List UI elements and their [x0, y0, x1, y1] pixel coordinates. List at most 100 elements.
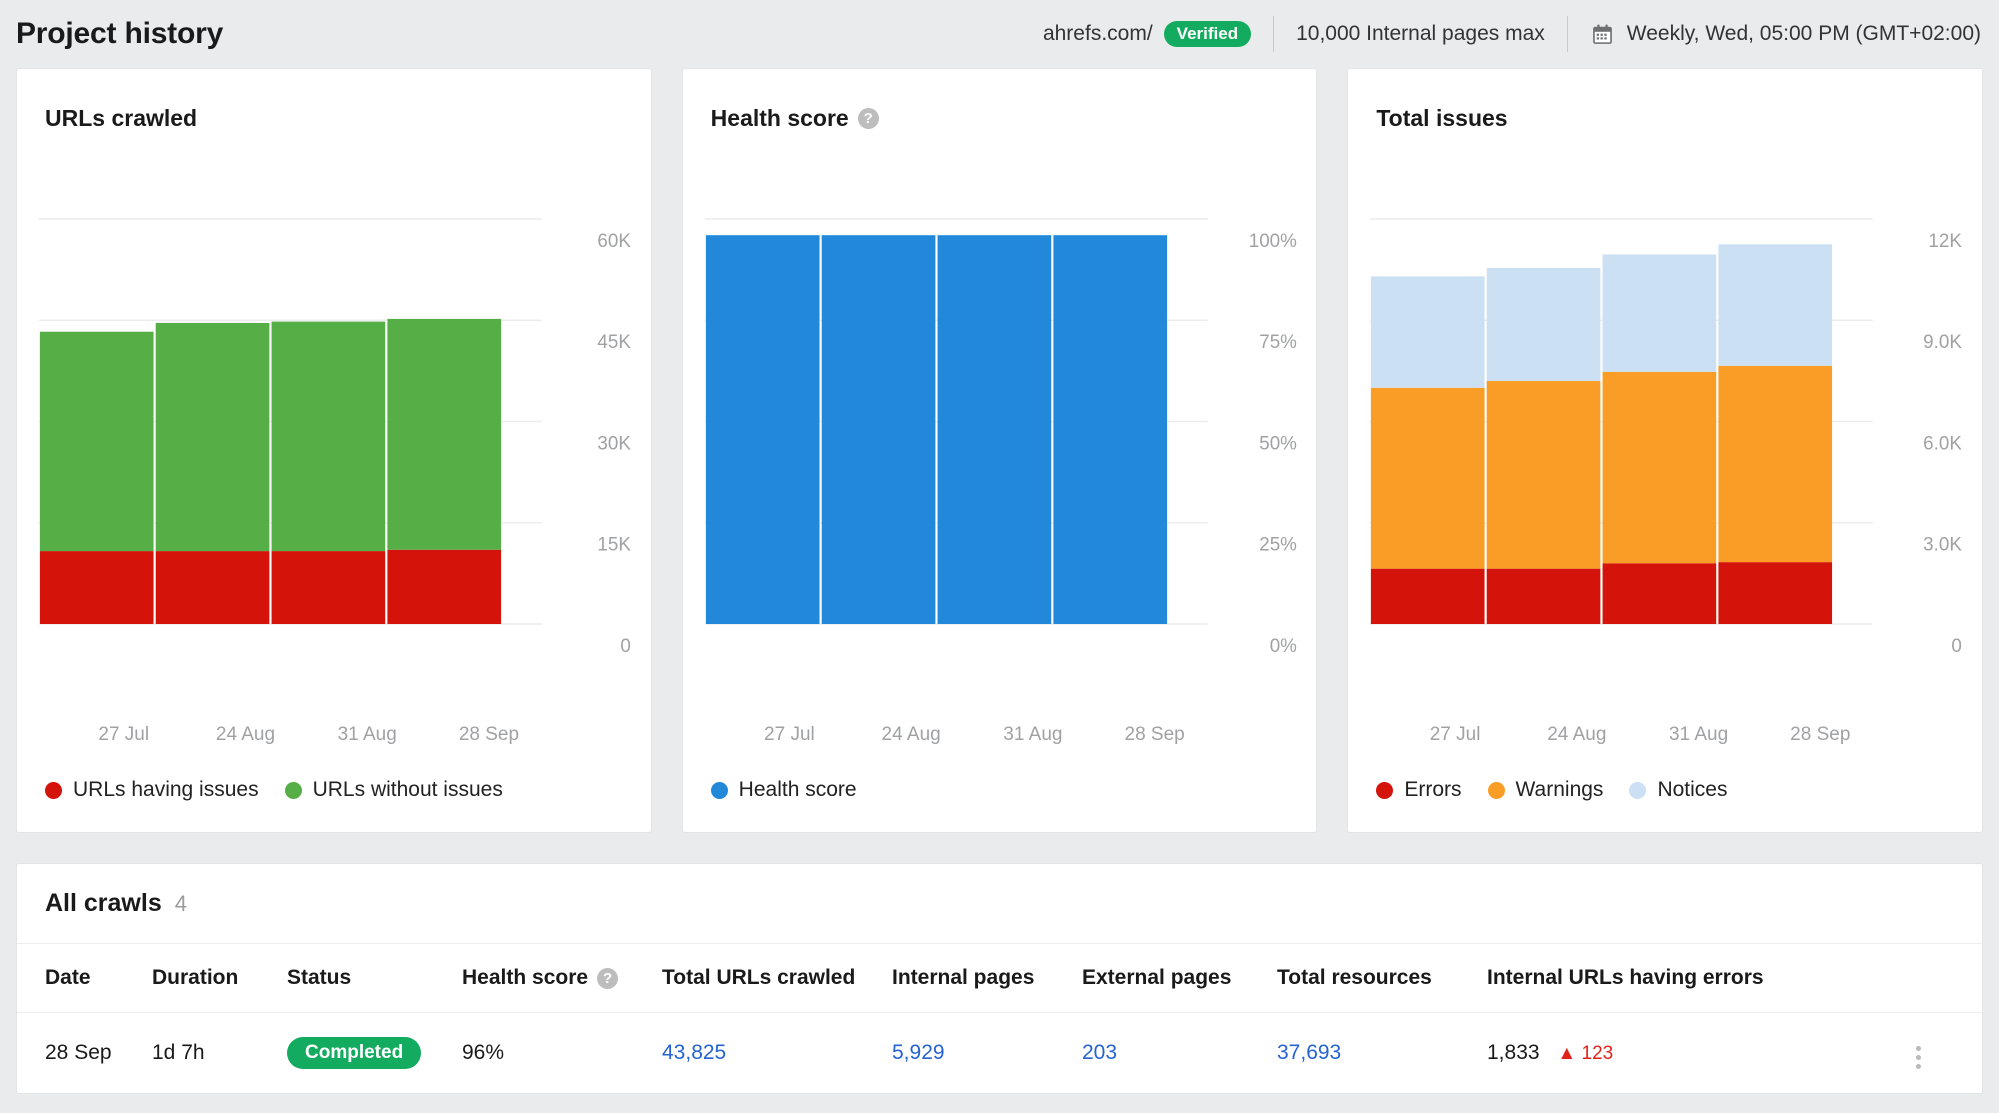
y-tick-label: 3.0K — [1924, 535, 1963, 556]
column-header-label: Status — [287, 966, 352, 989]
crawls-table: Date Duration Status Health score ? Tota… — [17, 944, 1982, 1093]
bar-segment[interactable] — [1602, 371, 1717, 564]
cell-internal-urls-having-errors: 1,833 ▲ 123 — [1487, 1012, 1912, 1093]
divider-2 — [1566, 16, 1568, 52]
cell-status: Completed — [287, 1012, 462, 1093]
bar-segment[interactable] — [1371, 568, 1485, 624]
bar-segment[interactable] — [387, 318, 502, 550]
column-header-status[interactable]: Status — [287, 944, 462, 1013]
x-tick-label: 31 Aug — [1668, 724, 1729, 745]
chart-urls-crawled[interactable]: 60K 45K 30K 15K 0 — [17, 189, 651, 719]
legend-item[interactable]: Warnings — [1487, 778, 1604, 802]
errors-delta: ▲ 123 — [1557, 1043, 1613, 1064]
bar-segment[interactable] — [155, 322, 270, 552]
cell-internal-pages: 5,929 — [892, 1012, 1082, 1093]
y-tick-label: 60K — [597, 231, 631, 252]
project-domain[interactable]: ahrefs.com/ — [1043, 22, 1153, 46]
x-tick-label: 28 Sep — [1790, 724, 1851, 745]
legend-color-dot — [710, 781, 728, 799]
bar-segment[interactable] — [1487, 381, 1601, 569]
y-tick-label: 0% — [1269, 636, 1296, 657]
x-tick-label: 24 Aug — [215, 724, 276, 745]
legend-item[interactable]: URLs having issues — [45, 778, 259, 802]
legend-health-score: Health score — [710, 778, 857, 802]
column-header-duration[interactable]: Duration — [152, 944, 287, 1013]
column-header-date[interactable]: Date — [17, 944, 152, 1013]
errors-value: 1,833 — [1487, 1041, 1540, 1064]
y-tick-label: 45K — [597, 332, 631, 353]
internal-pages-link[interactable]: 5,929 — [892, 1041, 945, 1064]
bar-segment[interactable] — [1053, 235, 1167, 624]
bar-segment[interactable] — [1718, 562, 1833, 624]
chart-health-score[interactable]: 100% 75% 50% 25% 0% — [683, 189, 1317, 719]
question-mark-icon[interactable]: ? — [597, 967, 619, 989]
total-urls-crawled-link[interactable]: 43,825 — [662, 1041, 726, 1064]
bar-segment[interactable] — [1718, 244, 1833, 366]
all-crawls-title: All crawls — [45, 889, 162, 917]
external-pages-link[interactable]: 203 — [1082, 1041, 1117, 1064]
bar-segment[interactable] — [1371, 387, 1485, 569]
bar-segment[interactable] — [1602, 254, 1717, 372]
column-header-total-resources[interactable]: Total resources — [1277, 944, 1487, 1013]
question-mark-icon[interactable]: ? — [857, 108, 879, 129]
y-tick-label: 9.0K — [1924, 332, 1963, 353]
legend-color-dot — [1376, 781, 1394, 799]
bar-segment[interactable] — [1602, 563, 1717, 624]
bar-segment[interactable] — [1487, 568, 1601, 624]
column-header-label: Date — [45, 966, 91, 989]
legend-label: URLs without issues — [312, 778, 503, 801]
table-row[interactable]: 28 Sep 1d 7h Completed 96% 43,825 5,929 … — [17, 1012, 1982, 1093]
bar-segment[interactable] — [39, 331, 154, 552]
legend-item[interactable]: URLs without issues — [284, 778, 503, 802]
bar-segment[interactable] — [937, 235, 1051, 624]
bar-segment[interactable] — [1718, 365, 1833, 563]
chart-cards-row: URLs crawled 60K 45K 30K 15K 0 27 Jul 24 Aug… — [0, 68, 1999, 833]
legend-label: Health score — [738, 778, 857, 801]
x-tick-label: 24 Aug — [1547, 724, 1607, 745]
column-header-label: Internal pages — [892, 966, 1035, 989]
legend-item[interactable]: Notices — [1629, 778, 1727, 802]
bar-segment[interactable] — [1487, 267, 1601, 381]
column-header-label: Total resources — [1277, 966, 1432, 989]
crawl-schedule-label[interactable]: Weekly, Wed, 05:00 PM (GMT+02:00) — [1627, 22, 1981, 46]
column-header-label: Duration — [152, 966, 239, 989]
triangle-up-icon: ▲ — [1557, 1043, 1577, 1064]
x-tick-label: 27 Jul — [1429, 724, 1481, 745]
legend-total-issues: Errors Warnings Notices — [1376, 778, 1727, 802]
bar-segment[interactable] — [387, 549, 502, 624]
cell-date: 28 Sep — [17, 1012, 152, 1093]
bar-segment[interactable] — [705, 235, 820, 624]
x-tick-label: 31 Aug — [337, 724, 397, 745]
kebab-menu-icon[interactable] — [1912, 1042, 1925, 1073]
legend-label: Notices — [1657, 778, 1728, 801]
cell-duration: 1d 7h — [152, 1012, 287, 1093]
legend-urls-crawled: URLs having issues URLs without issues — [45, 778, 503, 802]
bar-segment[interactable] — [271, 551, 386, 624]
all-crawls-count: 4 — [174, 890, 187, 916]
total-resources-link[interactable]: 37,693 — [1277, 1041, 1341, 1064]
legend-color-dot — [1629, 781, 1647, 799]
column-header-health-score[interactable]: Health score ? — [462, 944, 662, 1013]
cell-row-actions — [1912, 1012, 1982, 1093]
column-header-total-urls-crawled[interactable]: Total URLs crawled — [662, 944, 892, 1013]
bar-segment[interactable] — [271, 321, 386, 552]
bar-segment[interactable] — [39, 551, 154, 624]
bar-segment[interactable] — [821, 235, 936, 624]
legend-item[interactable]: Health score — [710, 778, 857, 802]
legend-item[interactable]: Errors — [1376, 778, 1462, 802]
column-header-internal-urls-having-errors[interactable]: Internal URLs having errors — [1487, 944, 1912, 1013]
page-title: Project history — [16, 17, 224, 50]
card-title-text: URLs crawled — [45, 105, 198, 131]
y-tick-label: 25% — [1259, 535, 1297, 556]
column-header-internal-pages[interactable]: Internal pages — [892, 944, 1082, 1013]
bar-segment[interactable] — [155, 551, 270, 624]
column-header-label: Health score — [462, 966, 589, 989]
all-crawls-panel: All crawls 4 Date Duration Status Health… — [16, 863, 1983, 1094]
x-axis-labels-1: 27 Jul 24 Aug 31 Aug 28 Sep — [711, 724, 1317, 750]
cell-external-pages: 203 — [1082, 1012, 1277, 1093]
page-header: Project history ahrefs.com/ Verified 10,… — [0, 0, 1999, 68]
column-header-external-pages[interactable]: External pages — [1082, 944, 1277, 1013]
legend-label: Warnings — [1515, 778, 1604, 801]
chart-total-issues[interactable]: 12K 9.0K 6.0K 3.0K 0 — [1348, 189, 1982, 719]
bar-segment[interactable] — [1371, 276, 1485, 388]
